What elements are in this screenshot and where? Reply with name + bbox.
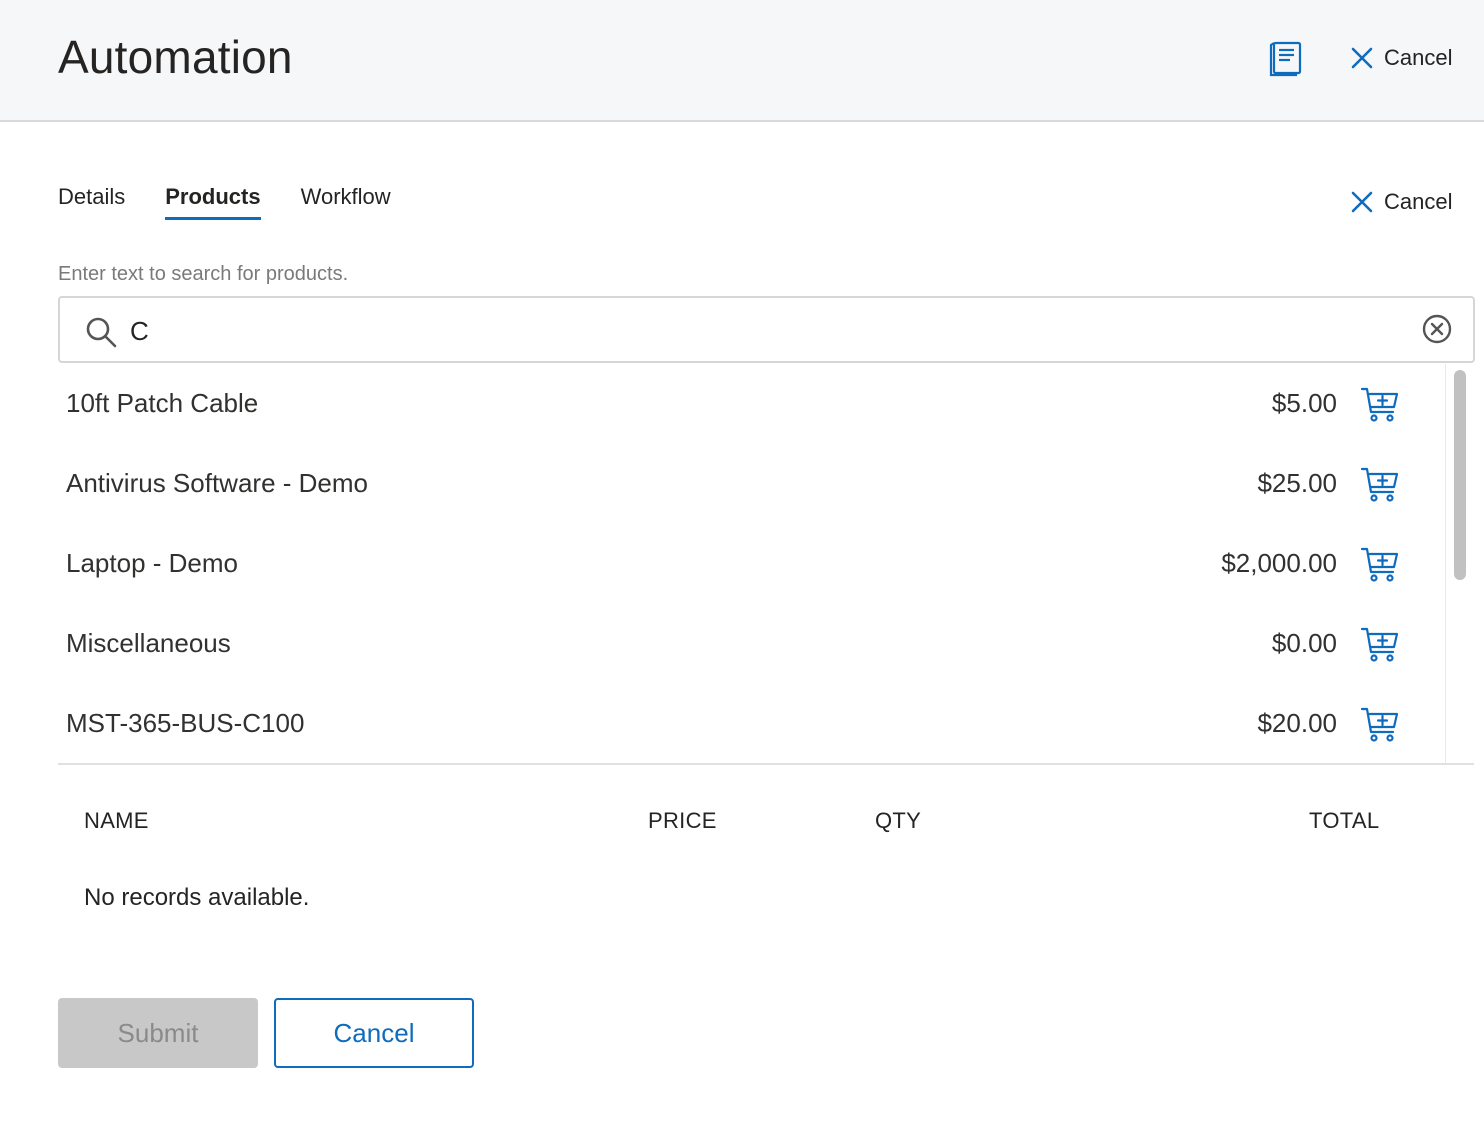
close-icon [1351, 47, 1373, 69]
empty-message: No records available. [84, 884, 310, 911]
results-scrollbar[interactable] [1445, 364, 1474, 764]
book-icon[interactable] [1268, 40, 1304, 78]
search-results-list: 10ft Patch Cable $5.00 Antivirus Softwar… [58, 364, 1445, 764]
column-header-price: PRICE [648, 808, 717, 833]
product-price: $25.00 [1257, 468, 1337, 498]
header-cancel-label: Cancel [1384, 45, 1453, 70]
product-name: 10ft Patch Cable [66, 388, 259, 418]
product-price: $20.00 [1257, 708, 1337, 738]
product-name: Laptop - Demo [66, 548, 238, 578]
form-cancel-label: Cancel [1384, 189, 1453, 214]
divider [58, 763, 1474, 765]
cancel-button[interactable]: Cancel [274, 998, 474, 1068]
page-title: Automation [58, 31, 293, 83]
column-header-total: TOTAL [1309, 808, 1380, 833]
search-field[interactable] [58, 296, 1475, 363]
header-cancel-button[interactable]: Cancel [1350, 45, 1452, 71]
product-name: MST-365-BUS-C100 [66, 708, 305, 738]
cart-add-icon[interactable] [1360, 624, 1400, 664]
tab-bar: Details Products Workflow [58, 184, 391, 220]
product-name: Antivirus Software - Demo [66, 468, 368, 498]
page-header: Automation Cancel [0, 0, 1484, 122]
list-item[interactable]: Antivirus Software - Demo $25.00 [58, 444, 1445, 524]
tab-details[interactable]: Details [58, 184, 125, 220]
list-item[interactable]: Laptop - Demo $2,000.00 [58, 524, 1445, 604]
form-cancel-button[interactable]: Cancel [1350, 189, 1452, 215]
product-price: $2,000.00 [1221, 548, 1337, 578]
list-item[interactable]: Miscellaneous $0.00 [58, 604, 1445, 684]
tab-workflow[interactable]: Workflow [301, 184, 391, 220]
close-icon [1351, 191, 1373, 213]
clear-icon[interactable] [1421, 313, 1453, 345]
cart-add-icon[interactable] [1360, 704, 1400, 744]
search-input[interactable] [130, 316, 1390, 346]
search-icon [86, 317, 117, 348]
cart-add-icon[interactable] [1360, 384, 1400, 424]
list-item[interactable]: 10ft Patch Cable $5.00 [58, 364, 1445, 444]
product-price: $5.00 [1271, 388, 1337, 418]
submit-button[interactable]: Submit [58, 998, 258, 1068]
scrollbar-thumb[interactable] [1454, 370, 1466, 580]
list-item[interactable]: MST-365-BUS-C100 $20.00 [58, 684, 1445, 764]
column-header-name: NAME [84, 808, 149, 833]
cart-add-icon[interactable] [1360, 464, 1400, 504]
column-header-qty: QTY [875, 808, 922, 833]
tab-products[interactable]: Products [165, 184, 261, 220]
cart-add-icon[interactable] [1360, 544, 1400, 584]
product-price: $0.00 [1271, 628, 1337, 658]
search-label: Enter text to search for products. [58, 263, 349, 285]
product-name: Miscellaneous [66, 628, 231, 658]
